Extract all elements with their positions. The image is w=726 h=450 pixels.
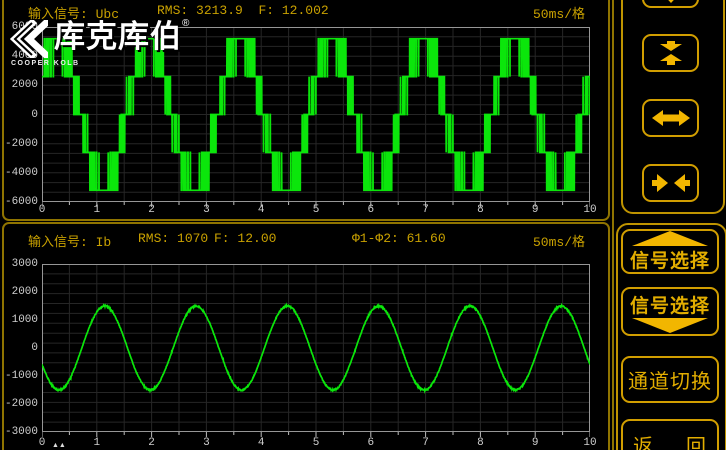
y-axis-tick-label: 1000 [2,314,38,326]
x-axis-tick-label: 3 [193,437,219,449]
arrow-down-icon [653,0,689,4]
back-button[interactable]: 返 回 [621,419,719,450]
x-axis-tick-label: 1 [84,437,110,449]
x-axis-tick-label: 5 [303,437,329,449]
logo-text: 库克库伯 [54,20,182,54]
rms-value: 3213.9 [196,3,243,18]
current-freq-readout: F: 12.00 [214,231,276,246]
timebase-value: 50ms/格 [533,7,585,22]
signal-select-down-label: 信号选择 [630,291,710,318]
rms-label: RMS: [138,231,169,246]
expand-horizontal-icon [652,108,690,128]
phase-readout: Φ1-Φ2: 61.60 [352,231,446,246]
logo-subtext: COOPER KOLB [11,60,80,67]
freq-label: F: [258,3,274,18]
x-axis-tick-label: 6 [358,437,384,449]
timebase-value: 50ms/格 [533,235,585,250]
x-axis-tick-label: 5 [303,204,329,216]
channel-switch-label: 通道切换 [628,365,712,394]
current-signal-readout: 输入信号: Ib [28,231,111,250]
x-axis-tick-label: 8 [467,204,493,216]
phase-value: 61.60 [407,231,446,246]
signal-select-down-button[interactable]: 信号选择 [621,287,719,336]
y-axis-tick-label: -2000 [2,138,38,150]
x-axis-tick-label: 9 [522,437,548,449]
x-axis-tick-label: 10 [577,204,603,216]
signal-select-up-button[interactable]: 信号选择 [621,229,719,274]
x-axis-tick-label: 1 [84,204,110,216]
signal-label: 输入信号: [28,235,88,250]
x-axis-tick-label: 7 [413,204,439,216]
signal-value: Ib [96,235,112,250]
brand-logo: 库克库伯 ® [8,20,189,58]
logo-chevrons-icon [8,20,48,58]
x-axis-tick-label: 8 [467,437,493,449]
y-axis-tick-label: -1000 [2,370,38,382]
y-axis-tick-label: 2000 [2,79,38,91]
signal-select-up-label: 信号选择 [630,246,710,273]
x-axis-tick-label: 6 [358,204,384,216]
rms-value: 1070 [177,231,208,246]
compress-horizontal-icon [652,173,690,193]
current-panel [2,222,610,450]
y-axis-tick-label: 3000 [2,258,38,270]
x-axis-tick-label: 2 [139,437,165,449]
current-timebase: 50ms/格 [533,231,585,250]
triangle-up-icon [632,231,708,246]
back-label-left: 返 [633,430,654,450]
back-label-right: 回 [686,430,707,450]
analyzer-screen: 输入信号: Ubc RMS: 3213.9 F: 12.002 50ms/格 输… [0,0,726,450]
y-axis-tick-label: -4000 [2,167,38,179]
x-axis-tick-label: 9 [522,204,548,216]
sidebar-divider [612,0,614,450]
voltage-timebase: 50ms/格 [533,3,585,22]
y-axis-tick-label: 2000 [2,286,38,298]
x-axis-tick-label: 3 [193,204,219,216]
x-axis-tick-label: 2 [139,204,165,216]
y-axis-tick-label: 0 [2,342,38,354]
compress-vertical-button[interactable] [642,34,699,72]
y-axis-tick-label: -2000 [2,398,38,410]
x-axis-tick-label: 4 [248,204,274,216]
x-axis-tick-label: 0 [29,204,55,216]
compress-vertical-icon [653,41,689,65]
y-axis-tick-label: 0 [2,109,38,121]
current-rms-readout: RMS: 1070 [138,231,208,246]
trigger-marker: ▲▲ [52,442,66,449]
compress-horizontal-button[interactable] [642,164,699,202]
x-axis-tick-label: 7 [413,437,439,449]
freq-value: 12.00 [237,231,276,246]
voltage-rms-readout: RMS: 3213.9 F: 12.002 [157,3,329,18]
expand-horizontal-button[interactable] [642,99,699,137]
freq-label: F: [214,231,230,246]
phase-label: Φ1-Φ2: [352,231,399,246]
registered-mark: ® [182,18,189,29]
triangle-down-icon [632,318,708,333]
channel-switch-button[interactable]: 通道切换 [621,356,719,403]
x-axis-tick-label: 10 [577,437,603,449]
freq-value: 12.002 [282,3,329,18]
scroll-down-button[interactable] [642,0,699,8]
x-axis-tick-label: 4 [248,437,274,449]
rms-label: RMS: [157,3,188,18]
